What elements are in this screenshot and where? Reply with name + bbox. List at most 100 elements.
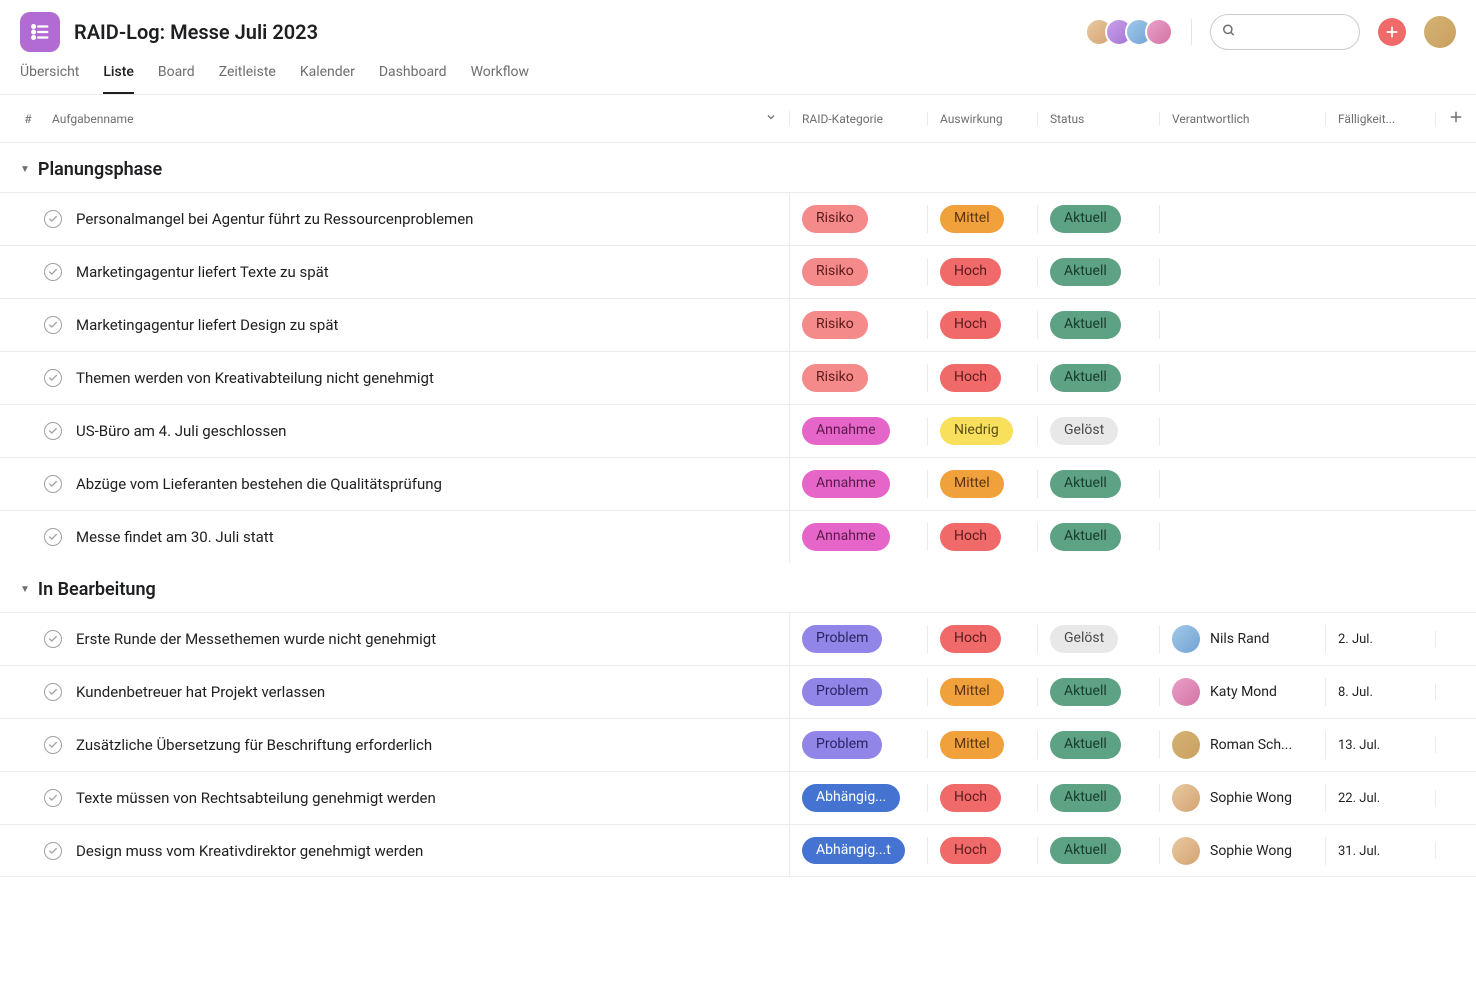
- cell-responsible[interactable]: Sophie Wong: [1160, 784, 1326, 812]
- task-name[interactable]: Design muss vom Kreativdirektor genehmig…: [62, 825, 790, 876]
- table-row[interactable]: Zusätzliche Übersetzung für Beschriftung…: [0, 718, 1476, 771]
- project-icon[interactable]: [20, 12, 60, 52]
- cell-imp[interactable]: Mittel: [928, 731, 1038, 759]
- cell-stat[interactable]: Aktuell: [1038, 364, 1160, 392]
- cell-due[interactable]: 13. Jul.: [1326, 737, 1436, 753]
- cell-cat[interactable]: Risiko: [790, 258, 928, 286]
- tab-zeitleiste[interactable]: Zeitleiste: [219, 64, 276, 94]
- cell-imp[interactable]: Hoch: [928, 311, 1038, 339]
- complete-checkbox[interactable]: [44, 263, 62, 281]
- cell-due[interactable]: 2. Jul.: [1326, 631, 1436, 647]
- cell-imp[interactable]: Niedrig: [928, 417, 1038, 445]
- task-name[interactable]: Marketingagentur liefert Design zu spät: [62, 299, 790, 351]
- task-name[interactable]: Marketingagentur liefert Texte zu spät: [62, 246, 790, 298]
- user-avatar[interactable]: [1424, 16, 1456, 48]
- complete-checkbox[interactable]: [44, 528, 62, 546]
- col-num[interactable]: #: [0, 112, 36, 126]
- table-row[interactable]: Erste Runde der Messethemen wurde nicht …: [0, 612, 1476, 665]
- cell-imp[interactable]: Hoch: [928, 258, 1038, 286]
- cell-stat[interactable]: Aktuell: [1038, 311, 1160, 339]
- table-row[interactable]: Messe findet am 30. Juli stattAnnahmeHoc…: [0, 510, 1476, 563]
- cell-stat[interactable]: Aktuell: [1038, 470, 1160, 498]
- complete-checkbox[interactable]: [44, 422, 62, 440]
- cell-cat[interactable]: Abhängig...t: [790, 837, 928, 865]
- table-row[interactable]: Marketingagentur liefert Texte zu spätRi…: [0, 245, 1476, 298]
- cell-stat[interactable]: Aktuell: [1038, 731, 1160, 759]
- cell-cat[interactable]: Problem: [790, 625, 928, 653]
- complete-checkbox[interactable]: [44, 789, 62, 807]
- table-row[interactable]: Abzüge vom Lieferanten bestehen die Qual…: [0, 457, 1476, 510]
- complete-checkbox[interactable]: [44, 842, 62, 860]
- task-name[interactable]: Abzüge vom Lieferanten bestehen die Qual…: [62, 458, 790, 510]
- task-name[interactable]: Messe findet am 30. Juli statt: [62, 511, 790, 563]
- cell-stat[interactable]: Aktuell: [1038, 523, 1160, 551]
- col-due[interactable]: Fälligkeit...: [1326, 112, 1436, 126]
- cell-cat[interactable]: Problem: [790, 678, 928, 706]
- complete-checkbox[interactable]: [44, 316, 62, 334]
- search[interactable]: [1210, 14, 1360, 50]
- table-row[interactable]: Texte müssen von Rechtsabteilung genehmi…: [0, 771, 1476, 824]
- cell-cat[interactable]: Risiko: [790, 311, 928, 339]
- complete-checkbox[interactable]: [44, 630, 62, 648]
- cell-imp[interactable]: Hoch: [928, 784, 1038, 812]
- table-row[interactable]: Marketingagentur liefert Design zu spätR…: [0, 298, 1476, 351]
- cell-imp[interactable]: Hoch: [928, 364, 1038, 392]
- cell-imp[interactable]: Mittel: [928, 470, 1038, 498]
- table-row[interactable]: Personalmangel bei Agentur führt zu Ress…: [0, 192, 1476, 245]
- cell-cat[interactable]: Problem: [790, 731, 928, 759]
- cell-cat[interactable]: Annahme: [790, 470, 928, 498]
- table-row[interactable]: Kundenbetreuer hat Projekt verlassenProb…: [0, 665, 1476, 718]
- tab-kalender[interactable]: Kalender: [300, 64, 355, 94]
- cell-responsible[interactable]: Nils Rand: [1160, 625, 1326, 653]
- cell-responsible[interactable]: Katy Mond: [1160, 678, 1326, 706]
- task-name[interactable]: Erste Runde der Messethemen wurde nicht …: [62, 613, 790, 665]
- complete-checkbox[interactable]: [44, 210, 62, 228]
- cell-stat[interactable]: Aktuell: [1038, 258, 1160, 286]
- cell-imp[interactable]: Hoch: [928, 523, 1038, 551]
- cell-due[interactable]: 22. Jul.: [1326, 790, 1436, 806]
- section-header[interactable]: ▼In Bearbeitung: [0, 563, 1476, 612]
- complete-checkbox[interactable]: [44, 683, 62, 701]
- col-impact[interactable]: Auswirkung: [928, 112, 1038, 126]
- cell-cat[interactable]: Abhängig...: [790, 784, 928, 812]
- col-name[interactable]: Aufgabenname: [36, 111, 790, 126]
- cell-imp[interactable]: Mittel: [928, 205, 1038, 233]
- tab-liste[interactable]: Liste: [103, 64, 134, 94]
- table-row[interactable]: Design muss vom Kreativdirektor genehmig…: [0, 824, 1476, 877]
- table-row[interactable]: US-Büro am 4. Juli geschlossenAnnahmeNie…: [0, 404, 1476, 457]
- cell-imp[interactable]: Hoch: [928, 837, 1038, 865]
- cell-imp[interactable]: Mittel: [928, 678, 1038, 706]
- task-name[interactable]: Zusätzliche Übersetzung für Beschriftung…: [62, 719, 790, 771]
- task-name[interactable]: Themen werden von Kreativabteilung nicht…: [62, 352, 790, 404]
- add-button[interactable]: [1378, 18, 1406, 46]
- complete-checkbox[interactable]: [44, 736, 62, 754]
- cell-stat[interactable]: Aktuell: [1038, 205, 1160, 233]
- cell-imp[interactable]: Hoch: [928, 625, 1038, 653]
- cell-stat[interactable]: Aktuell: [1038, 678, 1160, 706]
- cell-cat[interactable]: Risiko: [790, 205, 928, 233]
- tab-übersicht[interactable]: Übersicht: [20, 64, 79, 94]
- cell-responsible[interactable]: Roman Sch...: [1160, 731, 1326, 759]
- cell-stat[interactable]: Aktuell: [1038, 837, 1160, 865]
- member-avatars[interactable]: [1085, 18, 1173, 46]
- complete-checkbox[interactable]: [44, 369, 62, 387]
- complete-checkbox[interactable]: [44, 475, 62, 493]
- tab-board[interactable]: Board: [158, 64, 195, 94]
- cell-stat[interactable]: Gelöst: [1038, 625, 1160, 653]
- add-column-button[interactable]: [1436, 110, 1476, 127]
- cell-cat[interactable]: Annahme: [790, 417, 928, 445]
- project-title[interactable]: RAID-Log: Messe Juli 2023: [74, 20, 1071, 44]
- cell-stat[interactable]: Gelöst: [1038, 417, 1160, 445]
- task-name[interactable]: US-Büro am 4. Juli geschlossen: [62, 405, 790, 457]
- section-header[interactable]: ▼Planungsphase: [0, 143, 1476, 192]
- chevron-down-icon[interactable]: [765, 111, 777, 126]
- task-name[interactable]: Kundenbetreuer hat Projekt verlassen: [62, 666, 790, 718]
- task-name[interactable]: Personalmangel bei Agentur führt zu Ress…: [62, 193, 790, 245]
- cell-due[interactable]: 8. Jul.: [1326, 684, 1436, 700]
- table-row[interactable]: Themen werden von Kreativabteilung nicht…: [0, 351, 1476, 404]
- cell-cat[interactable]: Risiko: [790, 364, 928, 392]
- cell-cat[interactable]: Annahme: [790, 523, 928, 551]
- task-name[interactable]: Texte müssen von Rechtsabteilung genehmi…: [62, 772, 790, 824]
- col-responsible[interactable]: Verantwortlich: [1160, 112, 1326, 126]
- cell-stat[interactable]: Aktuell: [1038, 784, 1160, 812]
